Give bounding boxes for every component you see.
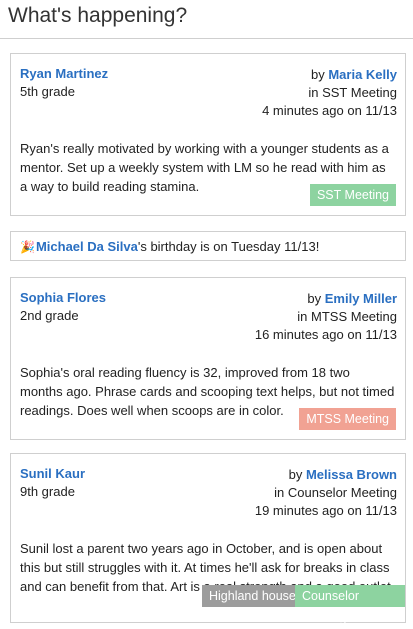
author-link[interactable]: Maria Kelly — [328, 67, 397, 82]
student-name-link[interactable]: Sophia Flores — [20, 290, 106, 305]
note-meta: by Melissa Brown in Counselor Meeting 19… — [255, 466, 397, 520]
counselor-meeting-tag[interactable]: Counselor Meeting — [295, 585, 405, 625]
student-grade: 5th grade — [20, 84, 75, 99]
by-label: by — [307, 291, 322, 306]
mtss-meeting-tag[interactable]: MTSS Meeting — [299, 408, 396, 430]
meeting-label: in SST Meeting — [308, 85, 397, 100]
page-header: What's happening? — [0, 0, 413, 39]
event-card-sunil: Sunil Kaur 9th grade by Melissa Brown in… — [10, 453, 406, 625]
birthday-text: 's birthday is on Tuesday 11/13! — [137, 239, 320, 254]
by-label: by — [288, 467, 303, 482]
timestamp: 16 minutes ago on 11/13 — [254, 327, 397, 342]
birthday-notice: 🎉Michael Da Silva's birthday is on Tuesd… — [10, 231, 406, 261]
sst-meeting-tag[interactable]: SST Meeting — [309, 184, 396, 206]
timestamp: 19 minutes ago on 11/13 — [254, 503, 397, 518]
house-tag[interactable]: Highland house — [202, 585, 303, 607]
event-card-sophia: Sophia Flores 2nd grade by Emily Miller … — [10, 277, 406, 440]
birthday-cake-icon: 🎉 — [20, 240, 35, 254]
student-grade: 9th grade — [20, 484, 75, 499]
student-grade: 2nd grade — [20, 308, 79, 323]
note-meta: by Maria Kelly in SST Meeting 4 minutes … — [262, 66, 397, 120]
meeting-label: in Counselor Meeting — [274, 485, 397, 500]
meeting-label: in MTSS Meeting — [297, 309, 397, 324]
timestamp: 4 minutes ago on 11/13 — [262, 103, 397, 118]
student-name-link[interactable]: Ryan Martinez — [20, 66, 108, 81]
author-link[interactable]: Emily Miller — [325, 291, 397, 306]
event-card-ryan: Ryan Martinez 5th grade by Maria Kelly i… — [10, 53, 406, 216]
student-name-link[interactable]: Sunil Kaur — [20, 466, 85, 481]
page-title: What's happening? — [8, 4, 188, 27]
birthday-person-link[interactable]: Michael Da Silva — [36, 239, 138, 254]
author-link[interactable]: Melissa Brown — [306, 467, 397, 482]
by-label: by — [310, 67, 325, 82]
note-meta: by Emily Miller in MTSS Meeting 16 minut… — [255, 290, 397, 344]
